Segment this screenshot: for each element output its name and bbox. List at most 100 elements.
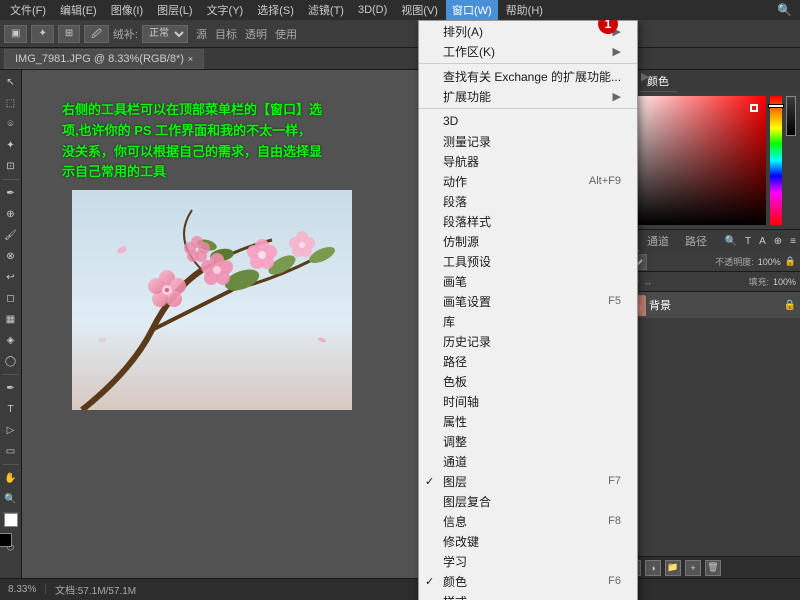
menu-item-brush-settings[interactable]: 画笔设置 F5 <box>419 291 637 311</box>
layers-icon-4[interactable]: ≡ <box>786 234 800 249</box>
menu-item-workspace[interactable]: 工作区(K) ▶ <box>419 41 637 61</box>
menu-item-arrange[interactable]: 排列(A) ▶ <box>419 21 637 41</box>
menu-file[interactable]: 文件(F) <box>4 0 52 20</box>
menu-item-styles-label: 样式 <box>443 593 467 600</box>
tool-eyedropper[interactable]: ✒ <box>1 183 21 203</box>
tool-magic-wand[interactable]: ✦ <box>1 135 21 155</box>
menu-text[interactable]: 文字(Y) <box>201 0 250 20</box>
tool-marquee[interactable]: ⬚ <box>1 93 21 113</box>
menu-item-brush[interactable]: 画笔 <box>419 271 637 291</box>
menu-filter[interactable]: 滤镜(T) <box>302 0 350 20</box>
opacity-lock[interactable]: 🔒 <box>785 256 796 267</box>
menu-item-properties[interactable]: 属性 <box>419 411 637 431</box>
menu-item-extensions[interactable]: 扩展功能 ▶ <box>419 86 637 106</box>
menu-layer[interactable]: 图层(L) <box>151 0 198 20</box>
opacity-label: 不透明度: <box>715 255 754 268</box>
options-btn-4[interactable]: 🖉 <box>84 25 109 43</box>
menu-item-exchange[interactable]: 查找有关 Exchange 的扩展功能... ▶ <box>419 66 637 86</box>
menu-item-history[interactable]: 历史记录 <box>419 331 637 351</box>
color-gradient[interactable] <box>625 96 766 225</box>
tool-crop[interactable]: ⊡ <box>1 156 21 176</box>
left-toolbar: ↖ ⬚ ⌾ ✦ ⊡ ✒ ⊕ 🖌 ⊗ ↩ ◻ ▦ ◈ ◯ ✒ T ▷ ▭ ✋ 🔍 … <box>0 70 22 578</box>
menu-item-measure[interactable]: 测量记录 <box>419 131 637 151</box>
menu-item-adjustments-label: 调整 <box>443 433 467 450</box>
tab-image[interactable]: IMG_7981.JPG @ 8.33%(RGB/8*) × <box>4 49 204 69</box>
layers-icon-2[interactable]: A <box>755 234 770 249</box>
fg-color-swatch[interactable] <box>0 533 12 547</box>
menu-item-timeline[interactable]: 时间轴 <box>419 391 637 411</box>
menu-edit[interactable]: 编辑(E) <box>54 0 103 20</box>
menu-3d[interactable]: 3D(D) <box>352 2 393 18</box>
menu-help[interactable]: 帮助(H) <box>500 0 549 20</box>
menu-item-adjustments[interactable]: 调整 <box>419 431 637 451</box>
menu-item-modifier[interactable]: 修改键 <box>419 531 637 551</box>
menu-item-paragraph-style[interactable]: 段落样式 <box>419 211 637 231</box>
tool-path[interactable]: ▷ <box>1 420 21 440</box>
bg-color-swatch[interactable] <box>4 513 18 527</box>
menu-item-learn[interactable]: 学习 <box>419 551 637 571</box>
tool-heal[interactable]: ⊕ <box>1 204 21 224</box>
menu-item-color[interactable]: ✓ 颜色 F6 <box>419 571 637 591</box>
menu-item-tool-presets[interactable]: 工具预设 <box>419 251 637 271</box>
options-btn-3[interactable]: ⊞ <box>58 25 80 43</box>
menu-window[interactable]: 窗口(W) <box>446 0 498 20</box>
layers-icon-3[interactable]: ⊕ <box>770 234 786 249</box>
menu-view[interactable]: 视图(V) <box>395 0 444 20</box>
tool-gradient[interactable]: ▦ <box>1 309 21 329</box>
menu-image[interactable]: 图像(I) <box>105 0 149 20</box>
tool-eraser[interactable]: ◻ <box>1 288 21 308</box>
tool-blur[interactable]: ◈ <box>1 330 21 350</box>
tool-history-brush[interactable]: ↩ <box>1 267 21 287</box>
tool-pen[interactable]: ✒ <box>1 378 21 398</box>
tool-brush[interactable]: 🖌 <box>1 225 21 245</box>
layers-icon-1[interactable]: T <box>741 234 755 249</box>
options-btn-2[interactable]: ✦ <box>31 25 53 43</box>
menu-item-layer-comps[interactable]: 图层复合 <box>419 491 637 511</box>
alpha-bar[interactable] <box>786 96 796 136</box>
menu-item-clone-source[interactable]: 仿制源 <box>419 231 637 251</box>
menu-item-channels[interactable]: 通道 <box>419 451 637 471</box>
layer-delete-btn[interactable]: 🗑 <box>705 560 721 576</box>
layer-adjust-btn[interactable]: ◑ <box>645 560 661 576</box>
mode-select-top[interactable]: 正常 <box>142 25 188 43</box>
hue-bar[interactable] <box>770 96 782 225</box>
menu-item-layers[interactable]: ✓ 图层 F7 <box>419 471 637 491</box>
tool-move[interactable]: ↖ <box>1 72 21 92</box>
tab-channels[interactable]: 通道 <box>639 231 677 251</box>
tool-zoom[interactable]: 🔍 <box>1 489 21 509</box>
menu-item-paragraph-style-label: 段落样式 <box>443 213 491 230</box>
menu-item-styles[interactable]: 样式 <box>419 591 637 600</box>
layer-group-btn[interactable]: 📁 <box>665 560 681 576</box>
tool-shape[interactable]: ▭ <box>1 441 21 461</box>
tool-lasso[interactable]: ⌾ <box>1 114 21 134</box>
menu-item-navigator[interactable]: 导航器 <box>419 151 637 171</box>
tool-dodge[interactable]: ◯ <box>1 351 21 371</box>
tool-hand[interactable]: ✋ <box>1 468 21 488</box>
label-mubiao: 目标 <box>215 26 237 42</box>
menu-item-brush-settings-label: 画笔设置 <box>443 293 491 310</box>
tab-close[interactable]: × <box>188 54 193 64</box>
tab-paths[interactable]: 路径 <box>677 231 715 251</box>
menu-item-info[interactable]: 信息 F8 <box>419 511 637 531</box>
annotation-text: 右侧的工具栏可以在顶部菜单栏的【窗口】选项,也许你的 PS 工作界面和我的不太一… <box>62 100 322 183</box>
layers-search-btn[interactable]: 🔍 <box>721 234 741 249</box>
layer-new-btn[interactable]: + <box>685 560 701 576</box>
main-area: ↖ ⬚ ⌾ ✦ ⊡ ✒ ⊕ 🖌 ⊗ ↩ ◻ ▦ ◈ ◯ ✒ T ▷ ▭ ✋ 🔍 … <box>0 70 800 578</box>
tool-stamp[interactable]: ⊗ <box>1 246 21 266</box>
menu-item-paragraph[interactable]: 段落 <box>419 191 637 211</box>
menu-item-swatches[interactable]: 色板 <box>419 371 637 391</box>
menu-item-3d[interactable]: 3D <box>419 111 637 131</box>
hue-selector[interactable] <box>768 104 784 108</box>
window-dropdown-menu[interactable]: 排列(A) ▶ 工作区(K) ▶ 查找有关 Exchange 的扩展功能... … <box>418 20 638 600</box>
menu-item-tool-presets-label: 工具预设 <box>443 253 491 270</box>
lock-icon-4: ↔ <box>643 277 652 287</box>
color-picker-dot[interactable] <box>750 104 758 112</box>
menu-item-actions[interactable]: 动作 Alt+F9 <box>419 171 637 191</box>
menu-item-libraries[interactable]: 库 <box>419 311 637 331</box>
menu-item-paths[interactable]: 路径 <box>419 351 637 371</box>
tool-type[interactable]: T <box>1 399 21 419</box>
options-btn-1[interactable]: ▣ <box>4 25 27 43</box>
menu-select[interactable]: 选择(S) <box>251 0 300 20</box>
search-icon[interactable]: 🔍 <box>773 3 796 17</box>
menu-item-paths-label: 路径 <box>443 353 467 370</box>
